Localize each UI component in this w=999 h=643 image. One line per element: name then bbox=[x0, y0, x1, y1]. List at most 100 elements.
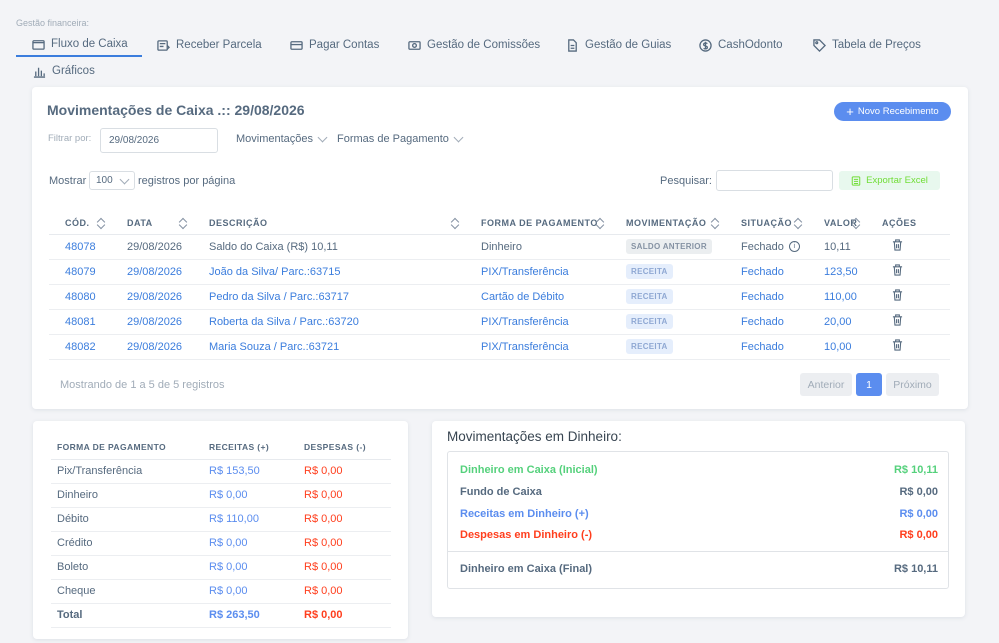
row-code: 48080 bbox=[49, 284, 111, 310]
column-header-value[interactable]: VALOR bbox=[808, 212, 866, 235]
row-actions bbox=[866, 259, 950, 285]
sort-icon bbox=[451, 218, 459, 229]
cash-receipts-label: Receitas em Dinheiro (+) bbox=[460, 508, 589, 520]
payment-summary-card: FORMA DE PAGAMENTO RECEITAS (+) DESPESAS… bbox=[33, 421, 408, 639]
price-tag-icon bbox=[813, 38, 826, 52]
tab-label: Gestão de Comissões bbox=[427, 39, 541, 51]
filter-date-input[interactable]: 29/08/2026 bbox=[100, 128, 218, 153]
column-header-movement[interactable]: MOVIMENTAÇÃO bbox=[610, 212, 725, 235]
row-date: 29/08/2026 bbox=[111, 284, 193, 310]
row-status: Fechado bbox=[725, 334, 808, 360]
trash-icon[interactable] bbox=[892, 339, 903, 351]
trash-icon[interactable] bbox=[892, 289, 903, 301]
page-title: Movimentações de Caixa .:: 29/08/2026 bbox=[47, 102, 305, 118]
table-row[interactable]: 48081 29/08/2026 Roberta da Silva / Parc… bbox=[49, 309, 950, 335]
tab-gestao-comissoes[interactable]: Gestão de Comissões bbox=[408, 33, 540, 57]
column-header-description[interactable]: DESCRIÇÃO bbox=[193, 212, 465, 235]
table-row[interactable]: 48082 29/08/2026 Maria Souza / Parc.:637… bbox=[49, 334, 950, 360]
table-row[interactable]: 48078 29/08/2026 Saldo do Caixa (R$) 10,… bbox=[49, 234, 950, 260]
column-header-expenses: DESPESAS (-) bbox=[298, 435, 391, 460]
credit-card-icon bbox=[290, 40, 303, 50]
row-movement: RECEITA bbox=[610, 259, 725, 285]
cash-title: Movimentações em Dinheiro: bbox=[447, 429, 622, 444]
chevron-down-icon bbox=[317, 132, 328, 142]
trash-icon[interactable] bbox=[892, 264, 903, 276]
new-receipt-button[interactable]: + Novo Recebimento bbox=[834, 102, 951, 121]
row-payment: Dinheiro bbox=[465, 234, 610, 260]
form-label: Débito bbox=[51, 507, 203, 532]
table-row: Boleto R$ 0,00 R$ 0,00 bbox=[51, 555, 391, 580]
pagination-page-1[interactable]: 1 bbox=[856, 373, 882, 396]
movement-badge: RECEITA bbox=[626, 264, 673, 279]
payment-forms-dropdown[interactable]: Formas de Pagamento bbox=[337, 132, 464, 145]
tab-gestao-guias[interactable]: Gestão de Guias bbox=[566, 33, 671, 57]
plus-icon: + bbox=[846, 103, 854, 119]
pagination-next-button[interactable]: Próximo bbox=[886, 373, 939, 396]
column-header-status[interactable]: SITUAÇÃO bbox=[725, 212, 808, 235]
sort-icon bbox=[711, 218, 719, 229]
sort-icon bbox=[97, 218, 105, 229]
movements-table: CÓD. DATA DESCRIÇÃO FORMA DE PAGAMENTO M… bbox=[49, 212, 950, 360]
receipts-value: R$ 0,00 bbox=[203, 579, 298, 604]
trash-icon[interactable] bbox=[892, 239, 903, 251]
row-payment: Cartão de Débito bbox=[465, 284, 610, 310]
tab-label: Gestão de Guias bbox=[585, 39, 672, 51]
receipts-value: R$ 0,00 bbox=[203, 555, 298, 580]
tab-label: Tabela de Preços bbox=[832, 39, 921, 51]
column-header-date[interactable]: DATA bbox=[111, 212, 193, 235]
cash-receipts-line: Receitas em Dinheiro (+) R$ 0,00 bbox=[460, 508, 938, 520]
row-description: Pedro da Silva / Parc.:63717 bbox=[193, 284, 465, 310]
column-header-receipts: RECEITAS (+) bbox=[203, 435, 298, 460]
payment-forms-dropdown-label: Formas de Pagamento bbox=[337, 133, 449, 145]
tab-label: Fluxo de Caixa bbox=[51, 38, 128, 50]
total-row: Total R$ 263,50 R$ 0,00 bbox=[51, 603, 391, 628]
per-page-label: registros por página bbox=[138, 175, 236, 187]
tab-cashodonto[interactable]: CashOdonto bbox=[699, 33, 783, 57]
row-code: 48078 bbox=[49, 234, 111, 260]
row-date: 29/08/2026 bbox=[111, 234, 193, 260]
movements-card: Movimentações de Caixa .:: 29/08/2026 + … bbox=[32, 87, 968, 409]
column-header-actions: AÇÕES bbox=[866, 212, 950, 235]
tab-pagar-contas[interactable]: Pagar Contas bbox=[290, 33, 379, 57]
row-movement: SALDO ANTERIOR bbox=[610, 234, 725, 260]
tab-label: CashOdonto bbox=[718, 39, 783, 51]
cash-final-value: R$ 10,11 bbox=[893, 563, 938, 575]
cash-expenses-value: R$ 0,00 bbox=[899, 529, 938, 541]
column-header-payment[interactable]: FORMA DE PAGAMENTO bbox=[465, 212, 610, 235]
tab-label: Receber Parcela bbox=[176, 39, 262, 51]
export-excel-button[interactable]: Exportar Excel bbox=[839, 171, 940, 190]
search-input[interactable] bbox=[716, 170, 833, 191]
wallet-icon bbox=[32, 39, 45, 50]
export-excel-label: Exportar Excel bbox=[866, 175, 928, 186]
pagination-prev-button[interactable]: Anterior bbox=[800, 373, 852, 396]
tab-fluxo-de-caixa[interactable]: Fluxo de Caixa bbox=[16, 33, 142, 57]
row-description: Maria Souza / Parc.:63721 bbox=[193, 334, 465, 360]
table-row: Débito R$ 110,00 R$ 0,00 bbox=[51, 507, 391, 532]
tab-graficos[interactable]: Gráficos bbox=[33, 59, 95, 83]
info-icon[interactable]: i bbox=[788, 241, 800, 253]
new-receipt-label: Novo Recebimento bbox=[857, 106, 939, 117]
expenses-value: R$ 0,00 bbox=[298, 555, 391, 580]
row-code: 48082 bbox=[49, 334, 111, 360]
cash-icon bbox=[408, 40, 421, 50]
tab-label: Gráficos bbox=[52, 65, 95, 77]
total-receipts: R$ 263,50 bbox=[203, 603, 298, 628]
row-status: Fechado bbox=[725, 309, 808, 335]
table-row[interactable]: 48079 29/08/2026 João da Silva/ Parc.:63… bbox=[49, 259, 950, 285]
filter-date-value: 29/08/2026 bbox=[109, 135, 160, 146]
row-value: 123,50 bbox=[808, 259, 866, 285]
tab-tabela-precos[interactable]: Tabela de Preços bbox=[813, 33, 921, 57]
movements-dropdown-label: Movimentações bbox=[236, 133, 314, 145]
column-header-code[interactable]: CÓD. bbox=[49, 212, 111, 235]
row-status: Fechado i bbox=[725, 234, 808, 260]
row-value: 110,00 bbox=[808, 284, 866, 310]
movements-dropdown[interactable]: Movimentações bbox=[236, 132, 328, 145]
trash-icon[interactable] bbox=[892, 314, 903, 326]
row-actions bbox=[866, 309, 950, 335]
movement-badge: RECEITA bbox=[626, 289, 673, 304]
page-size-select[interactable]: 100 bbox=[89, 171, 135, 190]
payment-summary-table: FORMA DE PAGAMENTO RECEITAS (+) DESPESAS… bbox=[51, 435, 391, 628]
table-row[interactable]: 48080 29/08/2026 Pedro da Silva / Parc.:… bbox=[49, 284, 950, 310]
row-code: 48081 bbox=[49, 309, 111, 335]
tab-receber-parcela[interactable]: Receber Parcela bbox=[157, 33, 262, 57]
